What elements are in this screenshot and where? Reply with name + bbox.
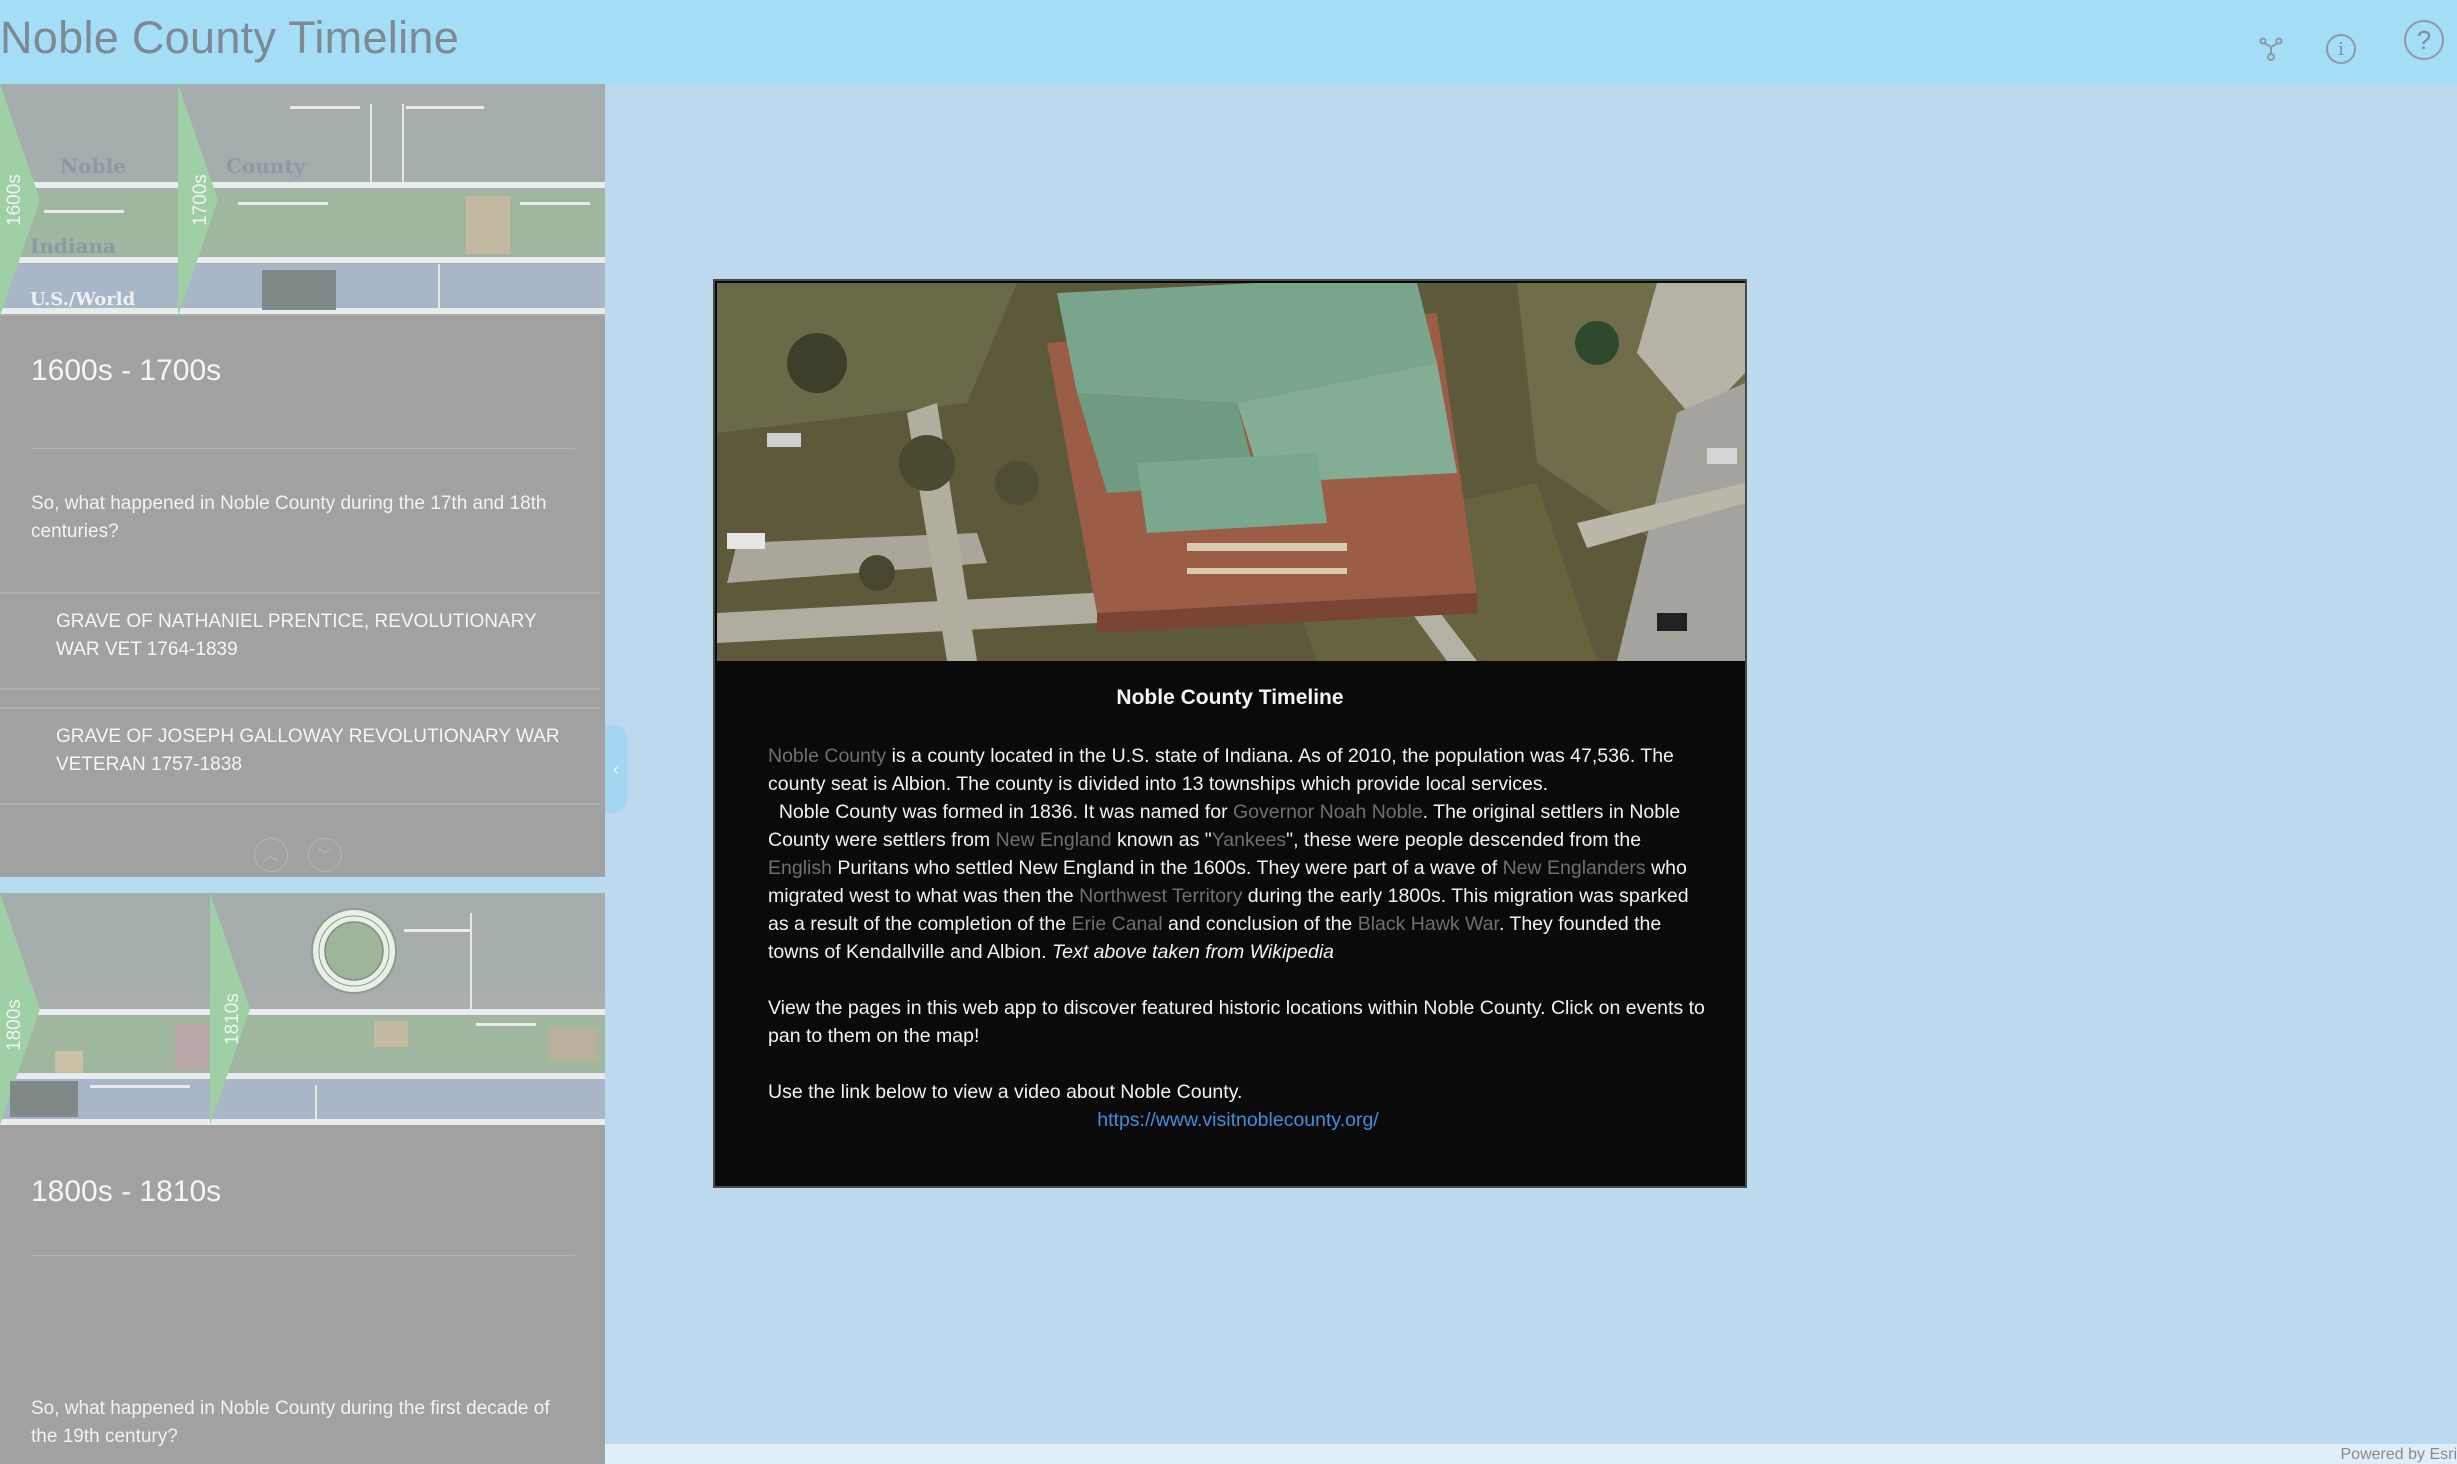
wiki-link[interactable]: Northwest Territory: [1079, 885, 1242, 907]
list-item[interactable]: GRAVE OF NATHANIEL PRENTICE, REVOLUTIONA…: [0, 592, 600, 690]
list-item[interactable]: GRAVE OF JOSEPH GALLOWAY REVOLUTIONARY W…: [0, 707, 600, 805]
section-divider: [31, 1255, 575, 1256]
section-divider: [31, 448, 575, 449]
wiki-link[interactable]: Yankees: [1212, 829, 1286, 851]
state-seal-image: [311, 908, 397, 994]
scroll-down-button[interactable]: ﹀: [308, 838, 342, 872]
video-paragraph: Use the link below to view a video about…: [768, 1081, 1243, 1103]
intro-paragraph: Noble County is a county located in the …: [768, 745, 1689, 963]
sidebar: 1600s 1700s Noble County Indiana U.S./Wo…: [0, 84, 605, 1464]
timeline-section-card[interactable]: 1800s 1810s 1800s - 1810s So, what happe…: [0, 893, 605, 1464]
app-title: Noble County Timeline: [0, 12, 460, 63]
section-description: So, what happened in Noble County during…: [31, 493, 547, 542]
intro-panel: Noble County Timeline Noble County is a …: [713, 279, 1747, 1188]
thumbnail-era-label: 1800s: [4, 999, 25, 1051]
list-item-label: GRAVE OF NATHANIEL PRENTICE, REVOLUTIONA…: [56, 611, 537, 660]
panel-title: Noble County Timeline: [1116, 686, 1344, 709]
help-icon[interactable]: ?: [2404, 20, 2444, 60]
share-icon[interactable]: [2256, 34, 2286, 64]
collapse-sidebar-button[interactable]: ‹: [605, 725, 627, 813]
thumbnail-row-label: Noble: [60, 154, 126, 178]
scroll-up-button[interactable]: ︿: [254, 838, 288, 872]
section-title: 1800s - 1810s: [31, 1175, 222, 1208]
section-thumbnail: 1600s 1700s Noble County Indiana U.S./Wo…: [0, 84, 605, 316]
panel-body: Noble County is a county located in the …: [768, 742, 1708, 1134]
thumbnail-row-label: Indiana: [30, 234, 116, 258]
list-item-label: GRAVE OF JOSEPH GALLOWAY REVOLUTIONARY W…: [56, 726, 560, 775]
instructions-paragraph: View the pages in this web app to discov…: [768, 997, 1705, 1047]
thumbnail-era-label: 1810s: [222, 993, 243, 1045]
esri-attribution[interactable]: Powered by Esri: [2341, 1446, 2457, 1464]
thumbnail-era-label: 1700s: [190, 174, 211, 226]
section-description: So, what happened in Noble County during…: [31, 1398, 550, 1447]
wiki-link[interactable]: Erie Canal: [1072, 913, 1163, 935]
thumbnail-row-label: County: [226, 154, 306, 178]
section-title: 1600s - 1700s: [31, 354, 222, 387]
wiki-link[interactable]: New England: [996, 829, 1112, 851]
timeline-section-card[interactable]: 1600s 1700s Noble County Indiana U.S./Wo…: [0, 84, 605, 877]
section-thumbnail: 1800s 1810s: [0, 893, 605, 1125]
wiki-link[interactable]: Governor Noah Noble: [1233, 801, 1423, 823]
attribution-bar: Powered by Esri: [605, 1444, 2457, 1464]
wiki-link[interactable]: New Englanders: [1503, 857, 1646, 879]
citation-note: Text above taken from Wikipedia: [1052, 941, 1335, 963]
courthouse-aerial-photo: [717, 283, 1745, 661]
thumbnail-era-label: 1600s: [4, 174, 25, 226]
wiki-link[interactable]: Black Hawk War: [1358, 913, 1499, 935]
thumbnail-row-label: U.S./World: [30, 289, 136, 310]
video-link[interactable]: https://www.visitnoblecounty.org/: [768, 1106, 1708, 1134]
app-header: Noble County Timeline i ?: [0, 0, 2457, 84]
info-icon[interactable]: i: [2326, 34, 2356, 64]
wiki-link[interactable]: English: [768, 857, 832, 879]
wiki-link[interactable]: Noble County: [768, 745, 886, 767]
